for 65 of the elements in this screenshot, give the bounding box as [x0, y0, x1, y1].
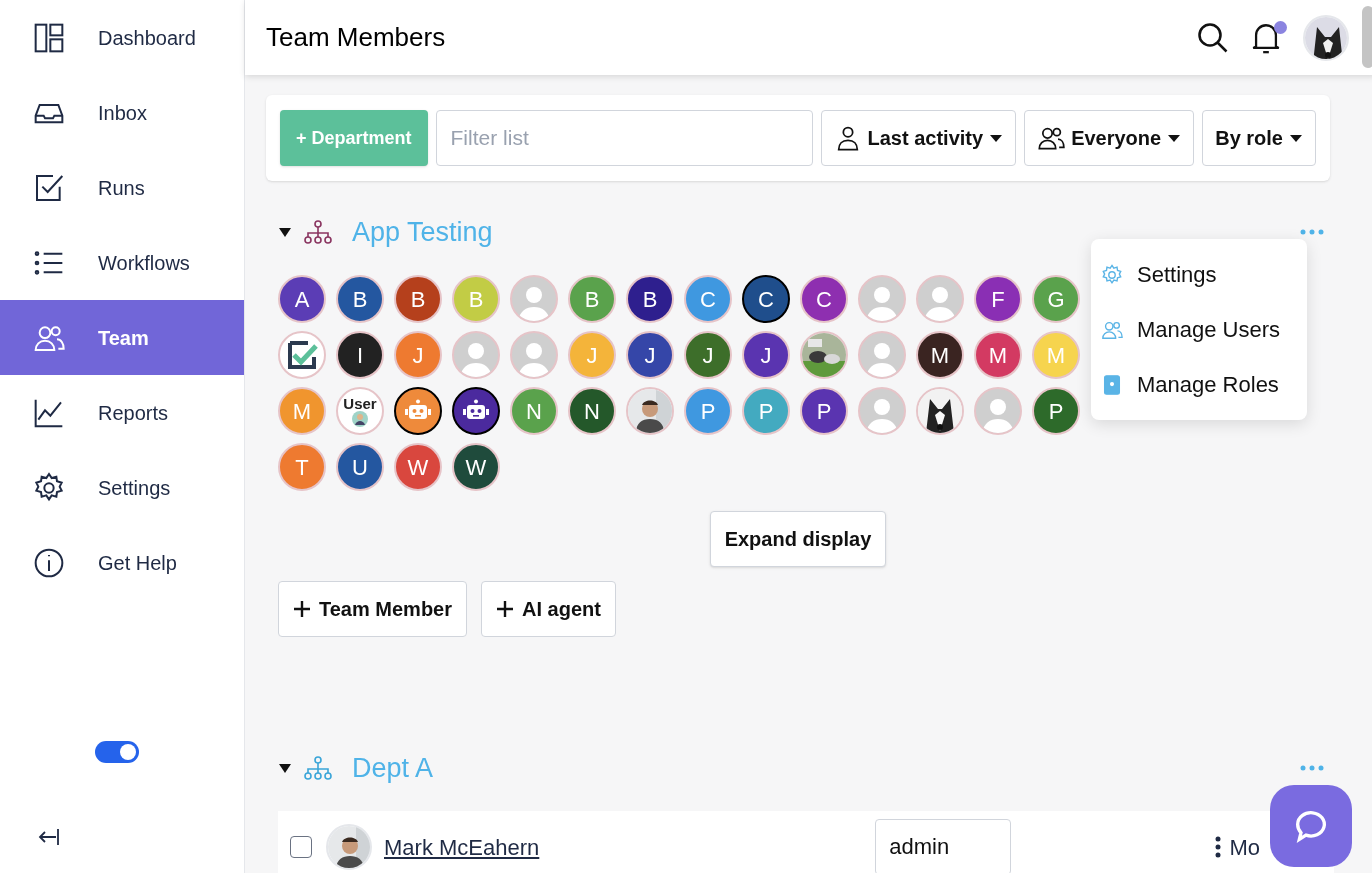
- dashboard-icon: [33, 21, 65, 54]
- sidebar-item[interactable]: Dashboard: [0, 0, 244, 75]
- add-button[interactable]: AI agent: [481, 581, 616, 637]
- collapse-caret-icon[interactable]: [278, 226, 292, 238]
- plus-icon: [293, 600, 311, 618]
- expand-display-button[interactable]: Expand display: [709, 511, 887, 567]
- sidebar-item[interactable]: Get Help: [0, 525, 244, 600]
- sidebar-item[interactable]: Runs: [0, 150, 244, 225]
- checkbox[interactable]: [290, 836, 312, 858]
- avatar[interactable]: User: [336, 387, 384, 435]
- avatar[interactable]: J: [684, 331, 732, 379]
- sidebar-item[interactable]: Reports: [0, 375, 244, 450]
- sidebar-item[interactable]: Inbox: [0, 75, 244, 150]
- settings-icon: [1101, 263, 1123, 286]
- avatar[interactable]: I: [336, 331, 384, 379]
- avatar[interactable]: U: [336, 443, 384, 491]
- info-icon: [33, 546, 65, 579]
- dropdown-button[interactable]: By role: [1202, 110, 1316, 166]
- avatar[interactable]: [394, 387, 442, 435]
- sidebar-item[interactable]: Team: [0, 300, 244, 375]
- avatar[interactable]: W: [394, 443, 442, 491]
- collapse-caret-icon[interactable]: [278, 762, 292, 774]
- person-icon: [352, 410, 368, 427]
- hierarchy-icon: [304, 219, 332, 245]
- dropdown-button[interactable]: Everyone: [1024, 110, 1195, 166]
- avatar[interactable]: N: [568, 387, 616, 435]
- member-name-link[interactable]: Mark McEahern: [384, 830, 540, 864]
- caret-icon: [1167, 133, 1182, 143]
- filter-field[interactable]: Filter list: [435, 110, 813, 166]
- avatar[interactable]: W: [452, 443, 500, 491]
- avatar[interactable]: F: [974, 275, 1022, 323]
- avatar[interactable]: M: [916, 331, 964, 379]
- kebab-icon: [1215, 836, 1222, 858]
- avatar[interactable]: A: [278, 275, 326, 323]
- avatar[interactable]: P: [1032, 387, 1080, 435]
- add-button[interactable]: Team Member: [278, 581, 467, 637]
- more-button[interactable]: Mo: [1215, 830, 1260, 864]
- avatar[interactable]: B: [394, 275, 442, 323]
- sidebar-item[interactable]: Settings: [0, 450, 244, 525]
- sidebar-item[interactable]: Workflows: [0, 225, 244, 300]
- id-badge-icon: [1101, 373, 1123, 396]
- toggle-switch[interactable]: [95, 741, 139, 763]
- more-icon[interactable]: [1300, 765, 1324, 771]
- menu-item[interactable]: Manage Users: [1091, 302, 1307, 357]
- hierarchy-icon: [304, 755, 332, 781]
- avatar[interactable]: J: [742, 331, 790, 379]
- caret-icon: [989, 133, 1004, 143]
- avatar[interactable]: [452, 387, 500, 435]
- role-field[interactable]: admin: [875, 819, 1012, 873]
- avatar[interactable]: C: [742, 275, 790, 323]
- dropdown-button[interactable]: Last activity: [820, 110, 1017, 166]
- avatar[interactable]: C: [800, 275, 848, 323]
- menu-item[interactable]: Settings: [1091, 247, 1307, 302]
- caret-icon: [1289, 133, 1303, 143]
- plus-icon: [496, 600, 514, 618]
- scrollbar[interactable]: [1362, 6, 1372, 68]
- avatar[interactable]: P: [800, 387, 848, 435]
- avatar[interactable]: J: [626, 331, 674, 379]
- page-title: Team Members: [266, 21, 446, 54]
- avatar[interactable]: M: [974, 331, 1022, 379]
- chat-button[interactable]: [1270, 785, 1352, 867]
- avatar[interactable]: B: [626, 275, 674, 323]
- more-icon[interactable]: [1300, 229, 1324, 235]
- avatar[interactable]: B: [336, 275, 384, 323]
- menu-item[interactable]: Manage Roles: [1091, 357, 1307, 412]
